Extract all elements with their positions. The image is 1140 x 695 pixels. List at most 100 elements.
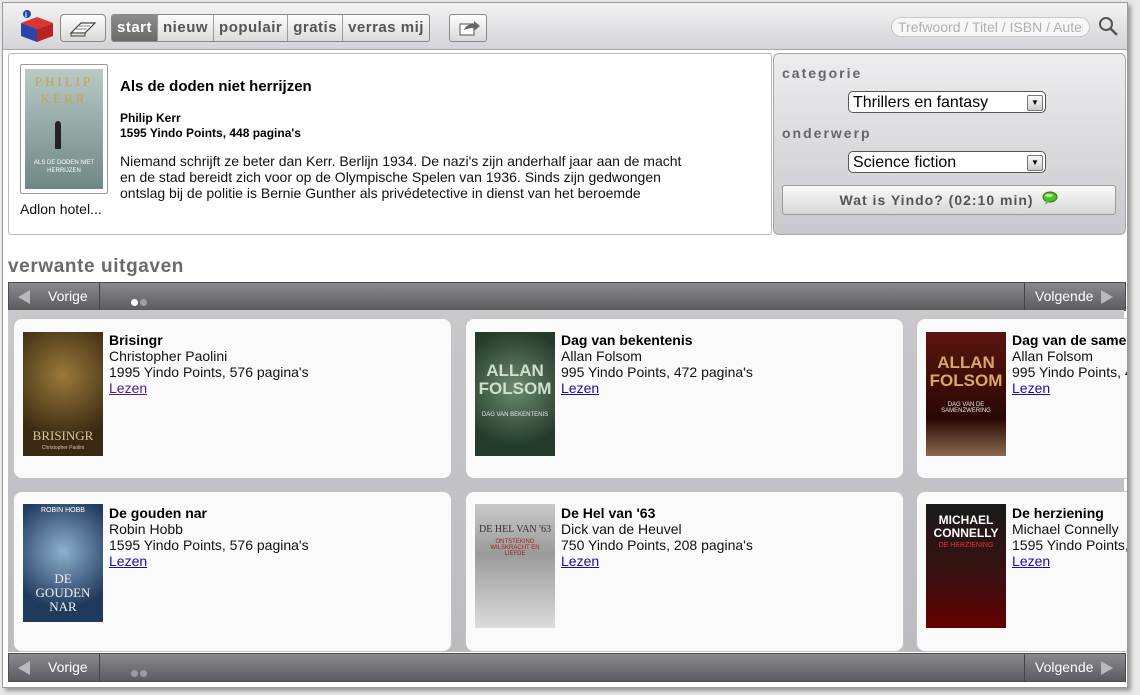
subject-label: onderwerp bbox=[782, 125, 872, 141]
cover-subtext: Christopher Paolini bbox=[41, 445, 85, 451]
share-button[interactable] bbox=[449, 14, 487, 42]
read-link[interactable]: Lezen bbox=[561, 380, 599, 396]
next-button[interactable]: Volgende bbox=[1024, 283, 1125, 310]
book-icon bbox=[69, 22, 97, 37]
next-button[interactable]: Volgende bbox=[1024, 654, 1125, 681]
book-card[interactable]: MICHAEL CONNELLY DE HERZIENING De herzie… bbox=[916, 491, 1128, 652]
read-link[interactable]: Lezen bbox=[109, 553, 147, 569]
book-meta: 995 Yindo Points, 472 pagina's bbox=[561, 364, 753, 380]
book-meta: 750 Yindo Points, 208 pagina's bbox=[561, 537, 753, 553]
featured-cover[interactable]: PHILIP KERR ALS DE DODEN NIET HERRIJZEN bbox=[20, 64, 108, 194]
page-dot[interactable] bbox=[131, 299, 138, 306]
top-toolbar: i start nieuw populair gratis verras mij bbox=[3, 3, 1127, 50]
search-input[interactable] bbox=[891, 17, 1090, 37]
cover-subtext: ROBIN HOBB bbox=[41, 507, 85, 514]
library-button[interactable] bbox=[60, 14, 106, 42]
book-cover[interactable]: MICHAEL CONNELLY DE HERZIENING bbox=[926, 504, 1006, 628]
book-title[interactable]: De Hel van '63 bbox=[561, 505, 655, 521]
arrow-right-icon bbox=[1101, 290, 1113, 304]
book-card[interactable]: ALLAN FOLSOM DAG VAN BEKENTENIS Dag van … bbox=[465, 318, 904, 479]
book-card[interactable]: ALLAN FOLSOM DAG VAN DE SAMENZWERING Dag… bbox=[916, 318, 1127, 479]
category-label: categorie bbox=[782, 65, 863, 81]
subject-select[interactable]: Science fiction ▼ bbox=[848, 151, 1046, 173]
page-dot[interactable] bbox=[140, 670, 147, 677]
page-indicator bbox=[131, 664, 149, 682]
category-value: Thrillers en fantasy bbox=[853, 94, 989, 111]
cover-text: DE GOUDEN NAR bbox=[35, 571, 91, 614]
book-title[interactable]: De gouden nar bbox=[109, 505, 207, 521]
pager-bottom: Vorige Volgende bbox=[8, 653, 1126, 682]
book-cover[interactable]: ALLAN FOLSOM DAG VAN DE SAMENZWERING bbox=[926, 332, 1006, 456]
related-title: verwante uitgaven bbox=[8, 256, 184, 277]
book-title[interactable]: De herziening bbox=[1012, 505, 1104, 521]
share-arrow-icon bbox=[459, 21, 480, 36]
book-cover[interactable]: ROBIN HOBB DE GOUDEN NAR bbox=[23, 504, 103, 622]
page-dot[interactable] bbox=[131, 670, 138, 677]
prev-button[interactable]: Vorige bbox=[9, 283, 100, 310]
book-author: Dick van de Heuvel bbox=[561, 521, 682, 537]
read-link[interactable]: Lezen bbox=[561, 553, 599, 569]
book-title[interactable]: Dag van de samenzwering bbox=[1012, 332, 1127, 348]
book-meta: 995 Yindo Points, 480 pagina's bbox=[1012, 364, 1127, 380]
featured-author: Philip Kerr bbox=[120, 111, 181, 125]
cover-text: ALLAN FOLSOM bbox=[478, 361, 552, 398]
arrow-left-icon bbox=[18, 290, 30, 304]
subject-value: Science fiction bbox=[853, 154, 957, 171]
search-icon[interactable] bbox=[1097, 15, 1119, 37]
app-window: i start nieuw populair gratis verras mij bbox=[2, 2, 1128, 688]
book-card[interactable]: BRISINGR Christopher Paolini Brisingr Ch… bbox=[13, 318, 452, 479]
book-meta: 1595 Yindo Points, 432 pagina's bbox=[1012, 537, 1128, 553]
tab-gratis[interactable]: gratis bbox=[288, 15, 344, 41]
speech-bubble-icon bbox=[1042, 191, 1058, 206]
book-card[interactable]: DE HEL VAN '63 ONTSTEKING WILSKRACHT EN … bbox=[465, 491, 904, 652]
cover-text: DE HEL VAN '63 bbox=[479, 524, 551, 535]
what-is-yindo-button[interactable]: Wat is Yindo? (02:10 min) bbox=[782, 185, 1116, 215]
tab-start[interactable]: start bbox=[112, 15, 159, 41]
book-cover[interactable]: BRISINGR Christopher Paolini bbox=[23, 332, 103, 456]
cover-title-text: ALS DE DODEN NIET HERRIJZEN bbox=[33, 160, 94, 174]
cover-subtext: DAG VAN BEKENTENIS bbox=[481, 412, 549, 418]
cover-figure bbox=[55, 121, 61, 149]
cover-subtext: DE HERZIENING bbox=[938, 542, 994, 549]
prev-button[interactable]: Vorige bbox=[9, 654, 100, 681]
cover-author-text: PHILIP KERR bbox=[34, 74, 94, 106]
cover-subtext: ONTSTEKING WILSKRACHT EN LIEFDE bbox=[490, 539, 540, 557]
read-link[interactable]: Lezen bbox=[1012, 553, 1050, 569]
tab-populair[interactable]: populair bbox=[214, 15, 289, 41]
book-card[interactable]: ROBIN HOBB DE GOUDEN NAR De gouden nar R… bbox=[13, 491, 452, 652]
tab-nieuw[interactable]: nieuw bbox=[158, 15, 215, 41]
filter-panel: categorie Thrillers en fantasy ▼ onderwe… bbox=[773, 53, 1126, 235]
arrow-right-icon bbox=[1101, 661, 1113, 675]
read-link[interactable]: Lezen bbox=[109, 380, 147, 396]
read-link[interactable]: Lezen bbox=[1012, 380, 1050, 396]
chevron-down-icon: ▼ bbox=[1027, 155, 1043, 171]
book-cover[interactable]: DE HEL VAN '63 ONTSTEKING WILSKRACHT EN … bbox=[475, 504, 555, 628]
tab-verras-mij[interactable]: verras mij bbox=[343, 15, 429, 41]
book-cover[interactable]: ALLAN FOLSOM DAG VAN BEKENTENIS bbox=[475, 332, 555, 456]
featured-description: Niemand schrijft ze beter dan Kerr. Berl… bbox=[120, 153, 682, 201]
book-author: Michael Connelly bbox=[1012, 521, 1119, 537]
category-select[interactable]: Thrillers en fantasy ▼ bbox=[848, 91, 1046, 113]
what-is-yindo-label: Wat is Yindo? (02:10 min) bbox=[839, 192, 1034, 208]
featured-description-tail: Adlon hotel... bbox=[20, 201, 102, 217]
book-author: Robin Hobb bbox=[109, 521, 183, 537]
main-nav: start nieuw populair gratis verras mij bbox=[111, 14, 430, 42]
book-meta: 1595 Yindo Points, 576 pagina's bbox=[109, 537, 309, 553]
svg-text:i: i bbox=[25, 11, 27, 19]
book-author: Allan Folsom bbox=[1012, 348, 1093, 364]
featured-title[interactable]: Als de doden niet herrijzen bbox=[120, 78, 312, 95]
arrow-left-icon bbox=[18, 661, 30, 675]
book-meta: 1995 Yindo Points, 576 pagina's bbox=[109, 364, 309, 380]
featured-book: PHILIP KERR ALS DE DODEN NIET HERRIJZEN … bbox=[8, 53, 772, 235]
book-title[interactable]: Dag van bekentenis bbox=[561, 332, 693, 348]
related-grid: BRISINGR Christopher Paolini Brisingr Ch… bbox=[8, 310, 1127, 652]
prev-label: Vorige bbox=[48, 288, 88, 304]
yindo-logo-icon[interactable]: i bbox=[18, 9, 56, 43]
cover-text: ALLAN FOLSOM bbox=[929, 353, 1003, 390]
cover-text: MICHAEL CONNELLY bbox=[933, 513, 999, 540]
book-author: Christopher Paolini bbox=[109, 348, 228, 364]
page-dot[interactable] bbox=[140, 299, 147, 306]
cover-text: BRISINGR bbox=[32, 428, 94, 443]
next-label: Volgende bbox=[1035, 659, 1094, 675]
book-title[interactable]: Brisingr bbox=[109, 332, 163, 348]
